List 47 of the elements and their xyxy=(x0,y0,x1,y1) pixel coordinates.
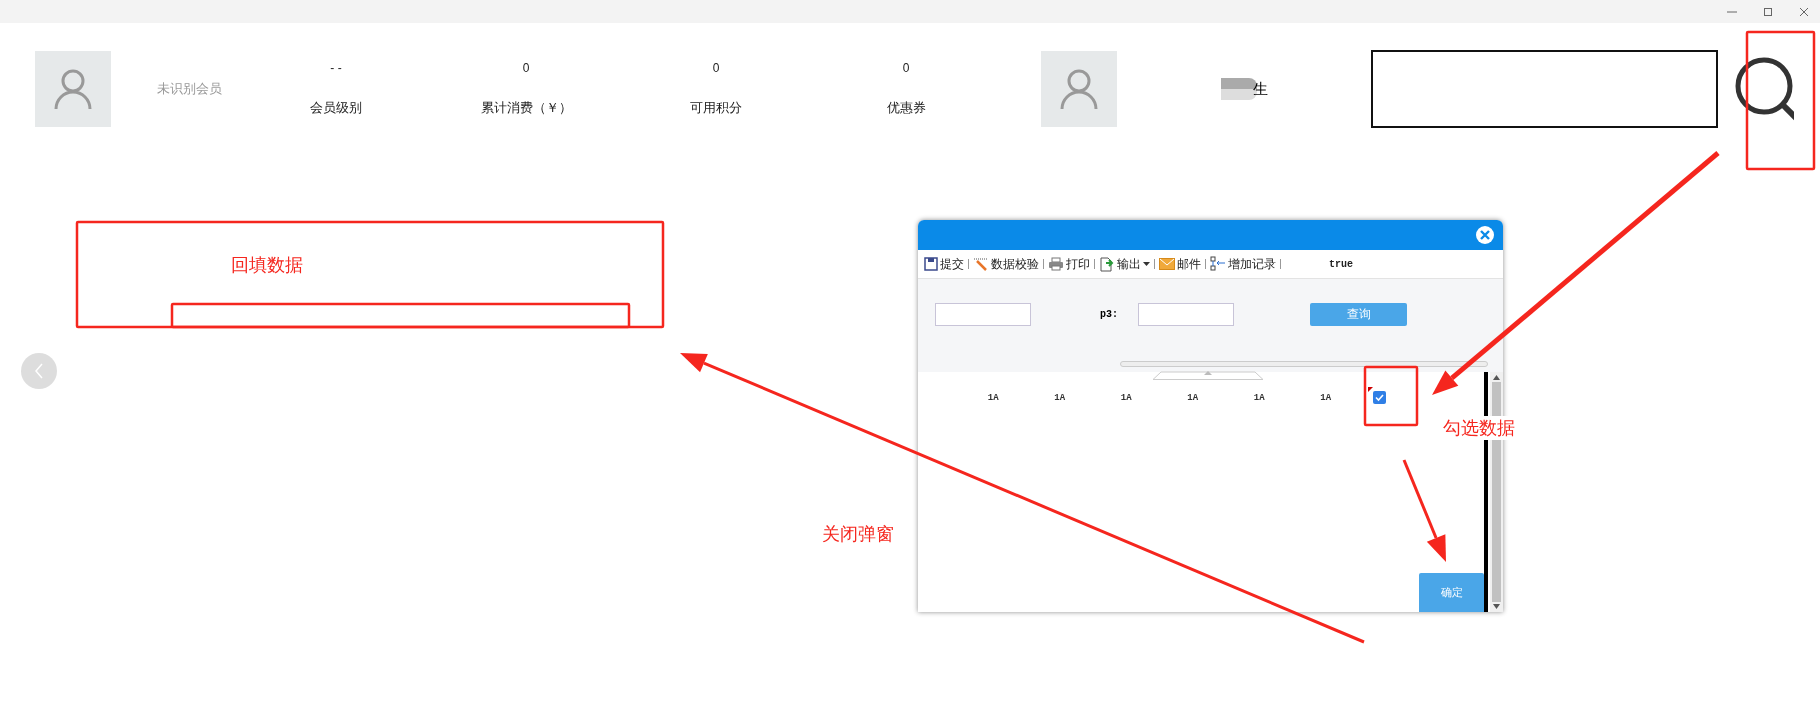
annotation-text: 关闭弹窗 xyxy=(822,522,894,546)
toolbar-button[interactable]: 打印 xyxy=(1044,255,1094,273)
scroll-up-icon[interactable] xyxy=(1493,375,1500,380)
table-cell-text: 1A xyxy=(1319,392,1333,403)
member-status: 未识别会员 xyxy=(157,80,223,98)
highlight-box xyxy=(1363,365,1419,427)
envelope-icon xyxy=(1159,258,1175,270)
toolbar-button[interactable]: 输出 xyxy=(1095,255,1154,273)
close-button[interactable] xyxy=(1475,225,1495,245)
floppy-icon xyxy=(924,257,938,271)
toolbar-button[interactable]: 增加记录 xyxy=(1206,255,1280,273)
staff-name: 生 xyxy=(1252,79,1268,99)
pencil-ruler-icon xyxy=(973,257,989,271)
stat-label: 可用积分 xyxy=(690,99,742,117)
table-cell-text: 1A xyxy=(1186,392,1200,403)
table-cell-text: 1A xyxy=(986,392,1000,403)
row-checkbox[interactable] xyxy=(1373,391,1386,404)
close-icon[interactable] xyxy=(1798,5,1810,18)
collapse-handle[interactable] xyxy=(1153,371,1263,380)
stat-value: 0 xyxy=(522,61,530,75)
add-record-icon xyxy=(1210,256,1226,272)
annotation-text: 回填数据 xyxy=(231,253,303,277)
stat-label: 优惠券 xyxy=(886,99,926,117)
printer-icon xyxy=(1048,257,1064,271)
search-field[interactable] xyxy=(1371,50,1718,128)
stat-label: 累计消费（￥） xyxy=(480,99,572,117)
table-cell-text: 1A xyxy=(1053,392,1067,403)
export-icon xyxy=(1099,256,1115,272)
stat-value: - - xyxy=(330,61,342,75)
stat-value: 0 xyxy=(712,61,720,75)
p3-field[interactable] xyxy=(1138,303,1234,326)
maximize-icon[interactable] xyxy=(1762,5,1774,18)
filter-field[interactable] xyxy=(935,303,1031,326)
annotation-text: 勾选数据 xyxy=(1443,416,1515,440)
table-cell-text: 1A xyxy=(1119,392,1133,403)
toolbar-button[interactable]: 邮件 xyxy=(1155,255,1205,273)
chevron-left-icon xyxy=(34,363,44,379)
stat-label: 会员级别 xyxy=(310,99,362,117)
stat-value: 0 xyxy=(902,61,910,75)
table-cell-text: 1A xyxy=(1252,392,1266,403)
scroll-down-icon[interactable] xyxy=(1493,604,1500,609)
field-label: p3: xyxy=(1100,309,1118,320)
toolbar-button[interactable]: 数据校验 xyxy=(969,255,1043,273)
toolbar-button[interactable]: 提交 xyxy=(920,255,968,273)
splitter-bar[interactable] xyxy=(1120,361,1488,367)
toolbar-text: true xyxy=(1329,258,1353,270)
flag-icon xyxy=(1368,387,1373,392)
